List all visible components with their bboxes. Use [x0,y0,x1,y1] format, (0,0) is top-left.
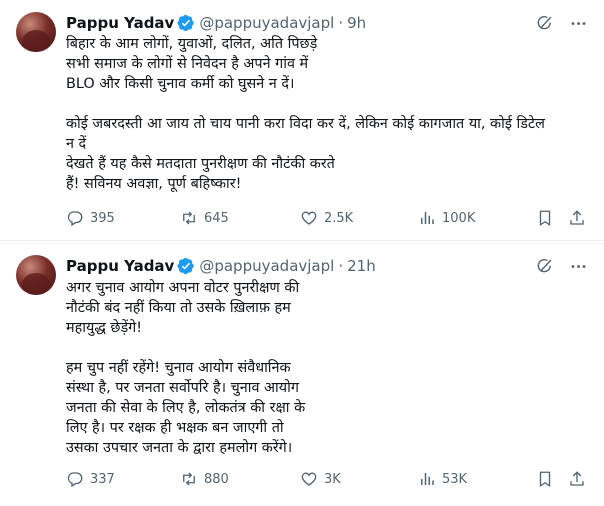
share-button[interactable] [568,209,592,227]
bookmark-button[interactable] [536,470,560,488]
views-icon [421,473,434,485]
heart-icon [301,472,317,486]
heart-icon [301,211,317,225]
bookmark-icon [539,210,551,227]
share-icon [570,471,584,486]
avatar[interactable] [16,255,56,295]
reply-button[interactable]: 395 [66,209,115,227]
tweet[interactable]: Pappu Yadav @pappuyadavjapl · 9h बिहार क… [0,0,604,241]
grok-icon[interactable] [534,256,554,276]
repost-icon [183,472,195,486]
author-handle[interactable]: @pappuyadavjapl [199,257,334,275]
tweet-text: अगर चुनाव आयोग अपना वोटर पुनरीक्षण की नौ… [66,280,306,456]
reply-button[interactable]: 337 [66,470,115,488]
tweet-header: Pappu Yadav @pappuyadavjapl · 9h [66,13,588,33]
tweet-actions: 395 645 2.5K 100K [66,208,588,228]
more-icon[interactable] [568,13,588,33]
tweet-header-actions [534,13,588,33]
like-count: 2.5K [324,210,354,226]
author-name[interactable]: Pappu Yadav [66,14,174,32]
share-icon [570,210,584,225]
separator-dot: · [338,14,344,32]
author-name[interactable]: Pappu Yadav [66,257,174,275]
like-count: 3K [324,471,341,487]
views-button[interactable]: 53K [418,470,467,488]
reply-count: 337 [90,471,115,487]
like-button[interactable]: 2.5K [300,209,353,227]
more-icon[interactable] [568,256,588,276]
repost-count: 880 [204,471,229,487]
verified-badge-icon [177,14,195,32]
tweet[interactable]: Pappu Yadav @pappuyadavjapl · 21h अगर चु… [0,243,604,506]
repost-button[interactable]: 645 [180,209,229,227]
bookmark-button[interactable] [536,209,560,227]
share-button[interactable] [568,470,592,488]
reply-icon [67,472,83,487]
reply-icon [67,211,83,226]
bookmark-icon [539,471,551,488]
reply-count: 395 [90,210,115,226]
grok-icon[interactable] [534,13,554,33]
repost-button[interactable]: 880 [180,470,229,488]
like-button[interactable]: 3K [300,470,341,488]
tweet-header: Pappu Yadav @pappuyadavjapl · 21h [66,256,588,276]
view-count: 53K [442,471,468,487]
timestamp[interactable]: 9h [347,14,366,32]
tweet-header-actions [534,256,588,276]
verified-badge-icon [177,257,195,275]
tweet-actions: 337 880 3K 53K [66,469,588,489]
views-button[interactable]: 100K [418,209,475,227]
author-handle[interactable]: @pappuyadavjapl [199,14,334,32]
avatar[interactable] [16,12,56,52]
separator-dot: · [338,257,344,275]
repost-count: 645 [204,210,229,226]
tweet-text: बिहार के आम लोगों, युवाओं, दलित, अति पिछ… [66,36,545,192]
timeline-feed: Pappu Yadav @pappuyadavjapl · 9h बिहार क… [0,0,604,506]
repost-icon [183,211,195,225]
view-count: 100K [442,210,476,226]
views-icon [421,212,434,224]
timestamp[interactable]: 21h [347,257,376,275]
